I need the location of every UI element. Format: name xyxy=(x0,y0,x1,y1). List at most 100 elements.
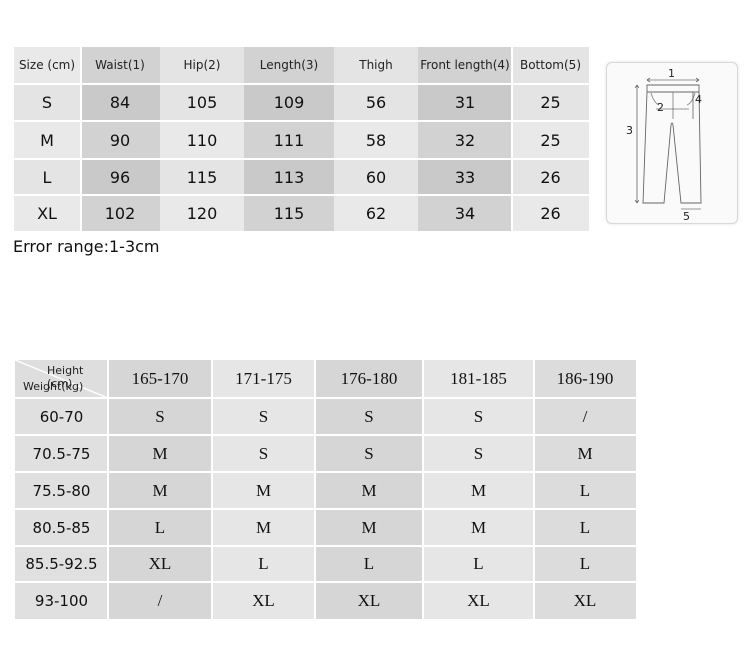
height-range-header: 176-180 xyxy=(315,360,423,398)
size-measurement-cell: 84 xyxy=(80,84,160,121)
height-range-header: 165-170 xyxy=(108,360,212,398)
size-table-header-cell: Thigh xyxy=(334,47,418,84)
size-measurement-cell: 26 xyxy=(512,159,589,195)
recommended-size-cell: L xyxy=(534,509,636,546)
size-measurement-cell: 105 xyxy=(160,84,244,121)
recommended-size-cell: S xyxy=(212,435,315,472)
recommended-size-cell: S xyxy=(212,398,315,435)
recommended-size-cell: XL xyxy=(423,582,534,619)
recommended-size-cell: M xyxy=(212,472,315,509)
recommended-size-cell: XL xyxy=(315,582,423,619)
size-chart-table: Size (cm) Waist(1) Hip(2) Length(3) Thig… xyxy=(14,47,589,231)
size-label-cell: L xyxy=(14,159,80,195)
diagram-label-2: 2 xyxy=(657,101,664,114)
recommended-size-cell: S xyxy=(423,435,534,472)
size-label-cell: S xyxy=(14,84,80,121)
diagram-label-4: 4 xyxy=(695,93,702,106)
size-table-header-cell: Front length(4) xyxy=(418,47,512,84)
recommended-size-cell: L xyxy=(212,546,315,582)
size-measurement-cell: 120 xyxy=(160,195,244,231)
recommended-size-cell: M xyxy=(108,472,212,509)
size-table-header-cell: Waist(1) xyxy=(80,47,160,84)
size-measurement-cell: 90 xyxy=(80,121,160,159)
recommended-size-cell: L xyxy=(108,509,212,546)
recommended-size-cell: S xyxy=(315,398,423,435)
size-table-header-cell: Length(3) xyxy=(244,47,334,84)
recommended-size-cell: L xyxy=(534,546,636,582)
size-measurement-cell: 113 xyxy=(244,159,334,195)
recommended-size-cell: XL xyxy=(108,546,212,582)
recommended-size-cell: M xyxy=(534,435,636,472)
size-table-row: L 96 115 113 60 33 26 xyxy=(14,159,589,195)
size-measurement-cell: 34 xyxy=(418,195,512,231)
size-measurement-cell: 32 xyxy=(418,121,512,159)
table-divider xyxy=(511,47,513,231)
height-range-header: 181-185 xyxy=(423,360,534,398)
size-measurement-cell: 96 xyxy=(80,159,160,195)
diagram-label-1: 1 xyxy=(668,67,675,80)
recommended-size-cell: L xyxy=(534,472,636,509)
recommended-size-cell: M xyxy=(108,435,212,472)
table-divider xyxy=(211,360,213,619)
recommended-size-cell: XL xyxy=(534,582,636,619)
table-divider xyxy=(14,194,589,196)
size-measurement-cell: 56 xyxy=(334,84,418,121)
recommended-size-cell: S xyxy=(108,398,212,435)
error-range-note: Error range:1-3cm xyxy=(13,237,160,256)
height-range-header: 171-175 xyxy=(212,360,315,398)
table-divider xyxy=(14,158,589,160)
recommended-size-cell: L xyxy=(315,546,423,582)
table-divider xyxy=(80,47,82,231)
size-measurement-cell: 25 xyxy=(512,121,589,159)
size-measurement-cell: 115 xyxy=(244,195,334,231)
size-measurement-cell: 110 xyxy=(160,121,244,159)
size-table-row: S 84 105 109 56 31 25 xyxy=(14,84,589,121)
pants-outline-icon: 1 2 3 4 5 xyxy=(626,67,702,223)
table-divider xyxy=(14,83,589,85)
size-measurement-cell: 33 xyxy=(418,159,512,195)
size-measurement-cell: 115 xyxy=(160,159,244,195)
size-table-header-cell: Bottom(5) xyxy=(512,47,589,84)
size-measurement-cell: 102 xyxy=(80,195,160,231)
size-measurement-cell: 25 xyxy=(512,84,589,121)
size-measurement-cell: 58 xyxy=(334,121,418,159)
weight-range-header: 60-70 xyxy=(15,398,108,435)
pants-measurement-diagram: 1 2 3 4 5 xyxy=(606,62,738,224)
recommended-size-cell: M xyxy=(423,472,534,509)
table-divider xyxy=(314,360,316,619)
diagram-label-5: 5 xyxy=(683,210,690,223)
recommended-size-cell: M xyxy=(212,509,315,546)
recommended-size-cell: M xyxy=(315,509,423,546)
recommended-size-cell: / xyxy=(108,582,212,619)
table-divider xyxy=(107,360,109,619)
height-weight-size-table: Height (cm) Weight(kg) 165-170 171-175 176… xyxy=(15,360,636,619)
size-table-row: XL 102 120 115 62 34 26 xyxy=(14,195,589,231)
recommended-size-cell: L xyxy=(423,546,534,582)
recommended-size-cell: M xyxy=(423,509,534,546)
weight-range-header: 85.5-92.5 xyxy=(15,546,108,582)
recommended-size-cell: M xyxy=(315,472,423,509)
recommended-size-cell: XL xyxy=(212,582,315,619)
recommended-size-cell: S xyxy=(315,435,423,472)
size-label-cell: M xyxy=(14,121,80,159)
table-divider xyxy=(14,120,589,122)
size-measurement-cell: 109 xyxy=(244,84,334,121)
size-table-header-cell: Size (cm) xyxy=(14,47,80,84)
weight-range-header: 75.5-80 xyxy=(15,472,108,509)
height-range-header: 186-190 xyxy=(534,360,636,398)
weight-range-header: 70.5-75 xyxy=(15,435,108,472)
size-measurement-cell: 62 xyxy=(334,195,418,231)
size-measurement-cell: 26 xyxy=(512,195,589,231)
size-table-row: M 90 110 111 58 32 25 xyxy=(14,121,589,159)
size-label-cell: XL xyxy=(14,195,80,231)
diagram-label-3: 3 xyxy=(626,124,633,137)
weight-range-header: 93-100 xyxy=(15,582,108,619)
table-divider xyxy=(422,360,424,619)
size-measurement-cell: 60 xyxy=(334,159,418,195)
corner-header-cell: Height (cm) Weight(kg) xyxy=(15,360,108,398)
weight-range-header: 80.5-85 xyxy=(15,509,108,546)
recommended-size-cell: S xyxy=(423,398,534,435)
size-table-header-cell: Hip(2) xyxy=(160,47,244,84)
corner-weight-label: Weight(kg) xyxy=(23,380,84,393)
recommended-size-cell: / xyxy=(534,398,636,435)
